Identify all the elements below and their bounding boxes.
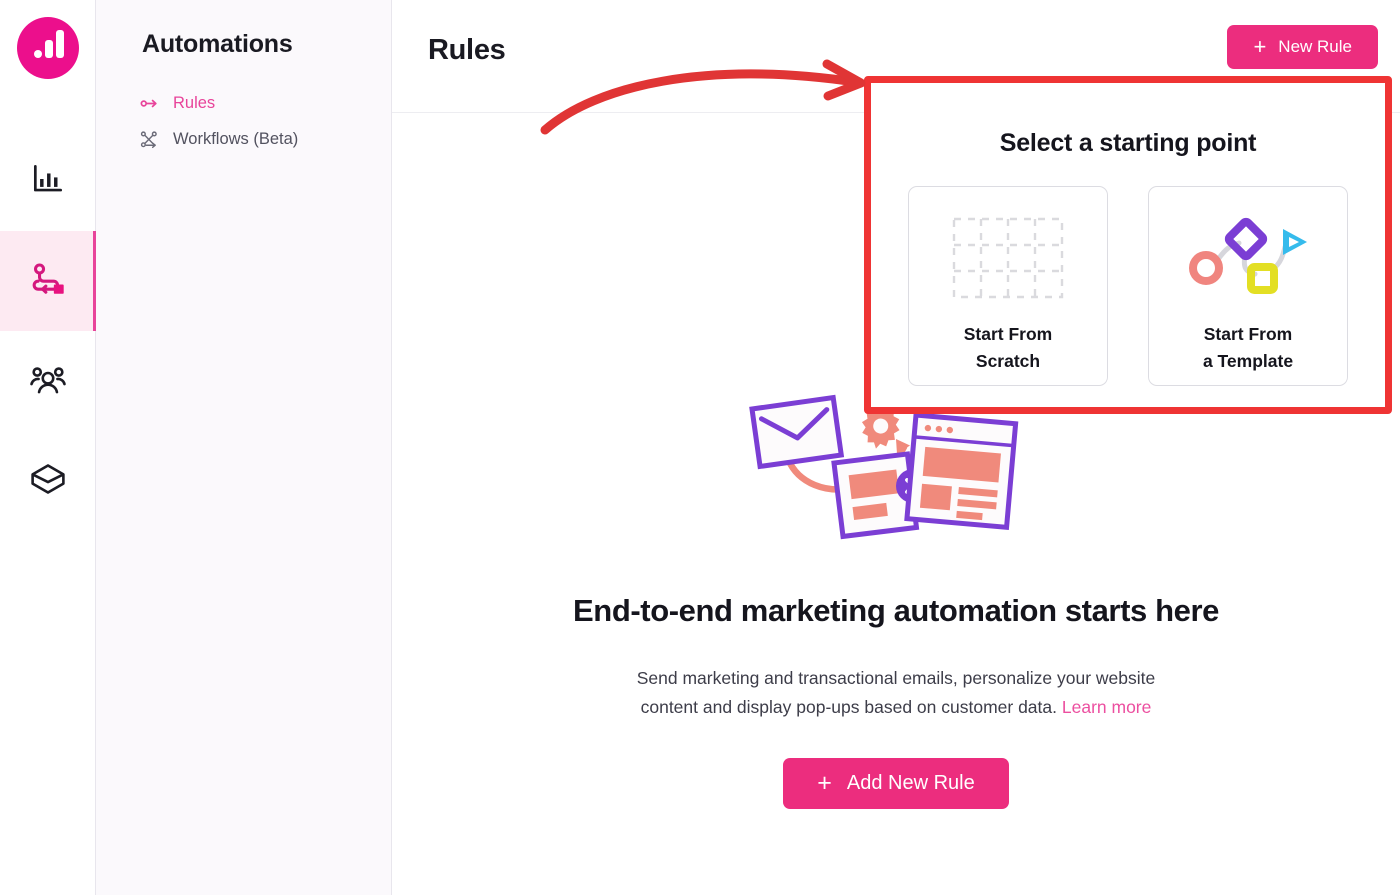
logo-dot — [33, 50, 42, 58]
description-line-1: Send marketing and transactional emails,… — [636, 668, 1156, 688]
sidebar-nav-list: Rules Workflows (Beta) — [96, 85, 391, 157]
new-rule-button-label: New Rule — [1278, 36, 1352, 56]
workflow-nodes-icon — [138, 128, 160, 150]
products-box-icon — [28, 459, 68, 504]
marketing-automation-illustration — [746, 391, 1046, 551]
empty-state-description: Send marketing and transactional emails,… — [637, 664, 1155, 722]
starting-point-card-list: Start From Scratch Start From a Template — [908, 186, 1348, 386]
learn-more-link[interactable]: Learn more — [1062, 697, 1152, 717]
empty-state-title: End-to-end marketing automation starts h… — [573, 593, 1219, 628]
dashed-grid-icon — [948, 213, 1068, 303]
automations-flow-icon — [28, 259, 68, 304]
sidebar-item-label: Rules — [173, 93, 216, 112]
page-title: Rules — [428, 33, 506, 66]
start-from-scratch-label: Start From Scratch — [964, 321, 1052, 375]
card-label-line-2: Scratch — [975, 351, 1041, 371]
starting-point-popup: Select a starting point Start From Scrat… — [864, 76, 1392, 414]
start-from-scratch-card[interactable]: Start From Scratch — [908, 186, 1108, 386]
app-logo[interactable] — [16, 17, 79, 79]
rail-item-list — [0, 131, 96, 531]
start-from-template-card[interactable]: Start From a Template — [1148, 186, 1348, 386]
plus-icon: + — [1253, 33, 1267, 59]
description-line-2: content and display pop-ups based on cus… — [640, 697, 1057, 717]
new-rule-button[interactable]: + New Rule — [1227, 24, 1378, 69]
card-label-line-2: a Template — [1202, 351, 1294, 371]
app-root: Automations Rules Workflows (Beta) Rules… — [0, 0, 1400, 895]
sidebar-item-rules[interactable]: Rules — [96, 85, 391, 121]
card-label-line-1: Start From — [963, 324, 1053, 344]
template-shapes-flow-icon — [1188, 213, 1308, 303]
sidebar-item-label: Workflows (Beta) — [173, 129, 299, 148]
audience-people-icon — [28, 359, 68, 404]
analytics-bar-chart-icon — [29, 160, 67, 203]
secondary-sidebar: Automations Rules Workflows (Beta) — [96, 0, 392, 895]
rail-item-automations[interactable] — [0, 231, 96, 331]
start-from-template-label: Start From a Template — [1203, 321, 1293, 375]
rule-arrow-icon — [138, 92, 160, 114]
starting-point-popup-body: Select a starting point Start From Scrat… — [871, 83, 1385, 407]
logo-bar-small — [44, 40, 53, 58]
sidebar-title: Automations — [142, 30, 293, 58]
rail-item-analytics[interactable] — [0, 131, 96, 231]
rail-item-products[interactable] — [0, 431, 96, 531]
sidebar-item-workflows[interactable]: Workflows (Beta) — [96, 121, 391, 157]
logo-bar-large — [55, 30, 64, 58]
plus-icon: + — [817, 769, 832, 797]
add-new-rule-button[interactable]: + Add New Rule — [783, 758, 1009, 809]
primary-icon-rail — [0, 0, 96, 895]
rail-item-audience[interactable] — [0, 331, 96, 431]
add-new-rule-button-label: Add New Rule — [846, 772, 975, 794]
popup-heading: Select a starting point — [999, 129, 1257, 157]
card-label-line-1: Start From — [1203, 324, 1293, 344]
